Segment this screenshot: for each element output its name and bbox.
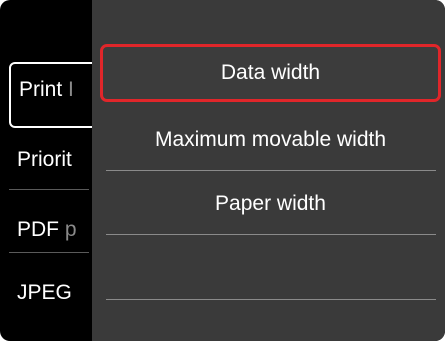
option-divider xyxy=(106,299,436,300)
option-label: Maximum movable width xyxy=(154,128,387,151)
bg-menu-item-label: Priorit xyxy=(17,148,72,171)
paper-width-popup: Data width Maximum movable width Paper w… xyxy=(92,0,445,341)
option-divider xyxy=(106,170,436,171)
bg-menu-item-label: PDF xyxy=(17,218,59,241)
option-maximum-movable-width[interactable]: Maximum movable width xyxy=(100,118,441,162)
option-divider xyxy=(106,234,436,235)
bg-menu-item-label: JPEG xyxy=(17,281,72,304)
option-label: Data width xyxy=(220,61,321,84)
bg-menu-item-label: Print xyxy=(19,78,63,101)
bg-divider xyxy=(9,189,89,190)
option-paper-width[interactable]: Paper width xyxy=(100,182,441,226)
bg-menu-item-faded: I xyxy=(62,78,74,101)
bg-menu-item-faded: p xyxy=(59,218,77,241)
printer-touchscreen: Print I Priorit PDF p JPEG Data width Ma… xyxy=(0,0,445,341)
bg-divider xyxy=(9,252,89,253)
option-label: Paper width xyxy=(215,192,326,215)
option-data-width[interactable]: Data width xyxy=(100,44,441,102)
